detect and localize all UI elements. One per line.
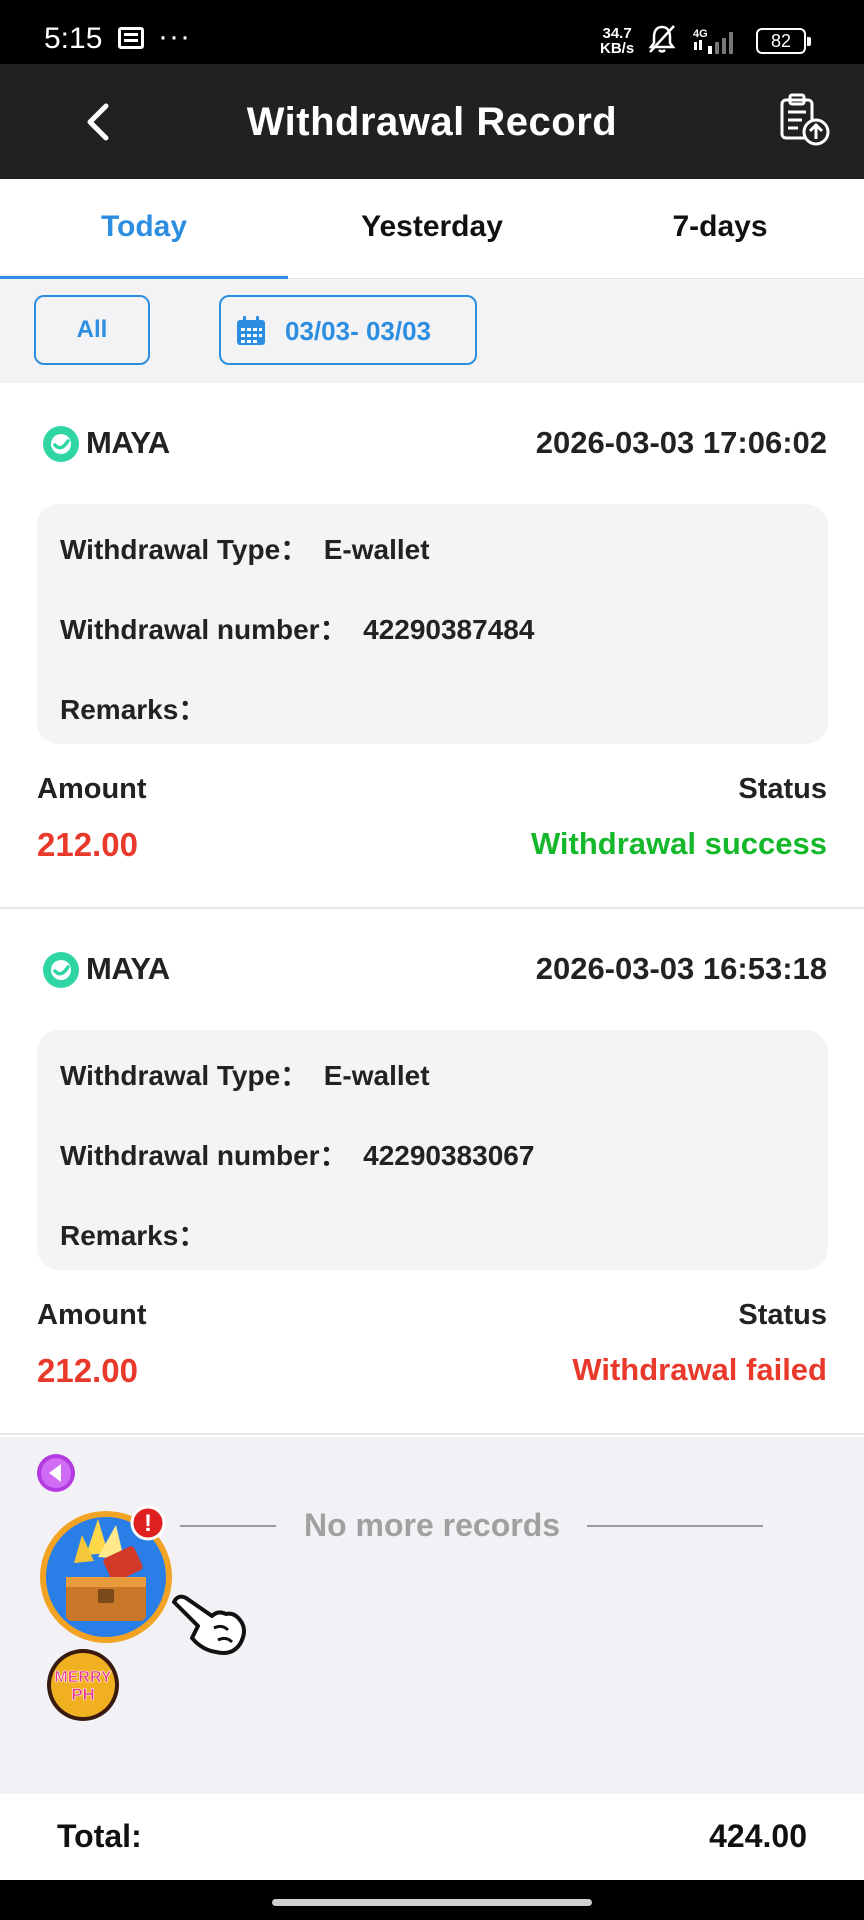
withdrawal-type-row: Withdrawal Type： E-wallet — [60, 528, 430, 568]
withdrawal-record[interactable]: MAYA 2026-03-03 16:53:18 Withdrawal Type… — [0, 909, 864, 1435]
withdrawal-type-value: E-wallet — [323, 1060, 430, 1091]
system-nav-bar — [0, 1880, 864, 1920]
total-bar: Total: 424.00 — [0, 1794, 864, 1880]
payment-method: MAYA — [86, 951, 170, 986]
treasure-chest-promo[interactable]: ! — [36, 1505, 176, 1645]
payment-method: MAYA — [86, 425, 170, 460]
alert-badge: ! — [144, 1510, 152, 1537]
network-type: 4G — [693, 28, 708, 40]
withdrawal-type-label: Withdrawal Type： — [60, 1060, 309, 1091]
tab-7-days-label: 7-days — [672, 210, 768, 243]
home-indicator[interactable] — [272, 1899, 592, 1906]
record-details: Withdrawal Type： E-wallet Withdrawal num… — [37, 504, 828, 744]
status-value: Withdrawal failed — [572, 1352, 827, 1387]
record-details: Withdrawal Type： E-wallet Withdrawal num… — [37, 1030, 828, 1270]
total-value: 424.00 — [709, 1818, 807, 1854]
filter-bar: All 03/03- 03/03 — [0, 279, 864, 383]
record-datetime: 2026-03-03 17:06:02 — [535, 425, 827, 460]
date-tabs: Today Yesterday 7-days — [0, 179, 864, 280]
battery-icon: 82 — [756, 28, 811, 54]
calendar-icon — [237, 316, 265, 345]
withdrawal-number-row: Withdrawal number： 42290387484 — [60, 608, 534, 648]
status-value: Withdrawal success — [530, 826, 827, 861]
withdrawal-number-label: Withdrawal number： — [60, 614, 348, 645]
tab-7-days[interactable]: 7-days — [576, 179, 864, 279]
collapse-arrow-icon[interactable] — [36, 1453, 76, 1493]
status-label: Status — [738, 1299, 827, 1331]
network-speed-value: 34.7 — [602, 25, 632, 42]
total-label: Total: — [57, 1818, 142, 1854]
merry-badge-text: MERRY — [54, 1669, 112, 1686]
tab-today-label: Today — [100, 210, 188, 243]
news-icon — [118, 27, 144, 49]
record-datetime: 2026-03-03 16:53:18 — [535, 951, 827, 986]
cell-signal-icon: 4G — [693, 28, 733, 54]
remarks-label: Remarks： — [60, 1220, 207, 1251]
tab-yesterday-label: Yesterday — [361, 210, 503, 243]
amount-value: 212.00 — [37, 1352, 138, 1389]
remarks-row: Remarks： — [60, 688, 206, 728]
maya-icon — [43, 426, 79, 462]
export-record-button[interactable] — [776, 92, 832, 148]
page-title: Withdrawal Record — [246, 100, 618, 144]
withdrawal-record[interactable]: MAYA 2026-03-03 17:06:02 Withdrawal Type… — [0, 383, 864, 909]
withdrawal-number-row: Withdrawal number： 42290383067 — [60, 1134, 534, 1174]
status-time: 5:15 — [44, 22, 103, 55]
status-label: Status — [738, 773, 827, 805]
divider-line-right — [587, 1525, 763, 1527]
remarks-row: Remarks： — [60, 1214, 206, 1254]
amount-label: Amount — [37, 1299, 147, 1331]
withdrawal-type-row: Withdrawal Type： E-wallet — [60, 1054, 430, 1094]
pointer-hand-icon — [172, 1594, 246, 1655]
merry-ph-logo[interactable]: MERRY PH — [44, 1648, 122, 1722]
network-speed-unit: KB/s — [600, 40, 635, 57]
tab-yesterday[interactable]: Yesterday — [288, 179, 576, 279]
withdrawal-number-value: 42290387484 — [363, 614, 535, 645]
status-bar: 5:15 ··· 34.7 KB/s 4G 82 — [0, 0, 864, 64]
mute-icon — [648, 25, 676, 53]
maya-icon — [43, 952, 79, 988]
clipboard-upload-icon — [780, 93, 830, 146]
amount-value: 212.00 — [37, 826, 138, 863]
withdrawal-type-label: Withdrawal Type： — [60, 534, 309, 565]
date-range-text: 03/03- 03/03 — [285, 316, 432, 346]
amount-label: Amount — [37, 773, 147, 805]
date-range-button[interactable]: 03/03- 03/03 — [219, 295, 477, 365]
app-header: Withdrawal Record — [0, 64, 864, 179]
withdrawal-number-label: Withdrawal number： — [60, 1140, 348, 1171]
network-speed: 34.7 KB/s — [600, 26, 634, 56]
remarks-label: Remarks： — [60, 694, 207, 725]
withdrawal-type-value: E-wallet — [323, 534, 430, 565]
filter-all-button[interactable]: All — [34, 295, 150, 365]
tab-today[interactable]: Today — [0, 179, 288, 280]
ph-badge-text: PH — [71, 1685, 95, 1704]
withdrawal-number-value: 42290383067 — [363, 1140, 535, 1171]
more-notifications-icon: ··· — [158, 20, 191, 53]
